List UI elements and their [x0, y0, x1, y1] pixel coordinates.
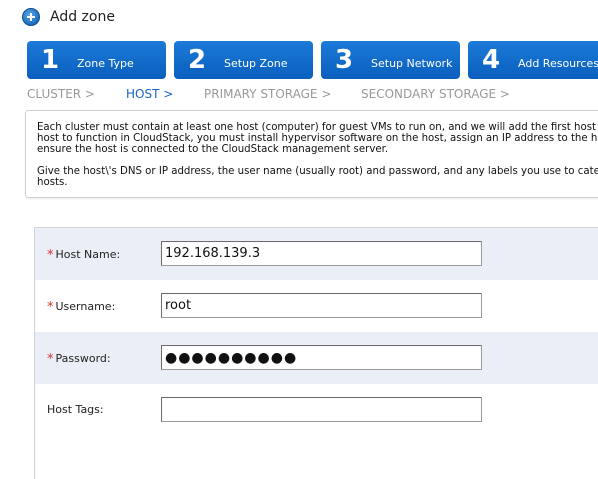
crumb-cluster[interactable]: CLUSTER >: [27, 87, 95, 101]
step-zone-type[interactable]: 1 Zone Type: [27, 41, 166, 79]
step-setup-zone[interactable]: 2 Setup Zone: [174, 41, 313, 79]
step-number: 1: [41, 45, 60, 75]
info-line: ensure the host is connected to the Clou…: [37, 144, 389, 155]
info-line: hosts.: [37, 177, 68, 188]
step-label: Zone Type: [77, 56, 134, 70]
step-number: 2: [188, 45, 207, 75]
step-number: 4: [482, 45, 501, 75]
info-line: host to function in CloudStack, you must…: [37, 133, 598, 144]
crumb-primary-storage[interactable]: PRIMARY STORAGE >: [204, 87, 331, 101]
required-asterisk: *: [47, 300, 54, 315]
form-row-host-name: * Host Name:: [35, 228, 598, 280]
wizard-header: Add zone: [22, 6, 115, 28]
step-add-resources[interactable]: 4 Add Resources: [468, 41, 598, 79]
host-name-input[interactable]: [161, 241, 482, 266]
step-label: Add Resources: [518, 56, 598, 70]
add-circle-icon: [22, 8, 40, 26]
step-label: Setup Zone: [224, 56, 288, 70]
add-zone-wizard: Add zone 1 Zone Type 2 Setup Zone 3 Setu…: [0, 0, 598, 479]
host-info-description: Each cluster must contain at least one h…: [25, 110, 598, 198]
required-asterisk: *: [47, 248, 54, 263]
step-setup-network[interactable]: 3 Setup Network: [321, 41, 460, 79]
crumb-secondary-storage[interactable]: SECONDARY STORAGE >: [361, 87, 510, 101]
form-row-username: * Username:: [35, 280, 598, 332]
wizard-title: Add zone: [50, 9, 115, 25]
password-input[interactable]: [161, 345, 482, 370]
form-row-password: * Password:: [35, 332, 598, 384]
password-label: * Password:: [47, 352, 111, 367]
username-label: * Username:: [47, 300, 116, 315]
step-number: 3: [335, 45, 354, 75]
username-input[interactable]: [161, 293, 482, 318]
info-line: Each cluster must contain at least one h…: [37, 122, 598, 133]
add-host-form: *Host Name: *Username: *Password: Host T…: [34, 227, 598, 479]
host-tags-input[interactable]: [161, 397, 482, 422]
crumb-host[interactable]: HOST >: [126, 87, 173, 101]
wizard-steps: 1 Zone Type 2 Setup Zone 3 Setup Network…: [27, 41, 598, 79]
step-label: Setup Network: [371, 56, 453, 70]
host-tags-label: Host Tags:: [47, 403, 104, 416]
host-name-label: * Host Name:: [47, 248, 121, 263]
form-row-host-tags: Host Tags:: [35, 384, 598, 436]
required-asterisk: *: [47, 352, 54, 367]
info-line: Give the host\'s DNS or IP address, the …: [37, 166, 598, 177]
